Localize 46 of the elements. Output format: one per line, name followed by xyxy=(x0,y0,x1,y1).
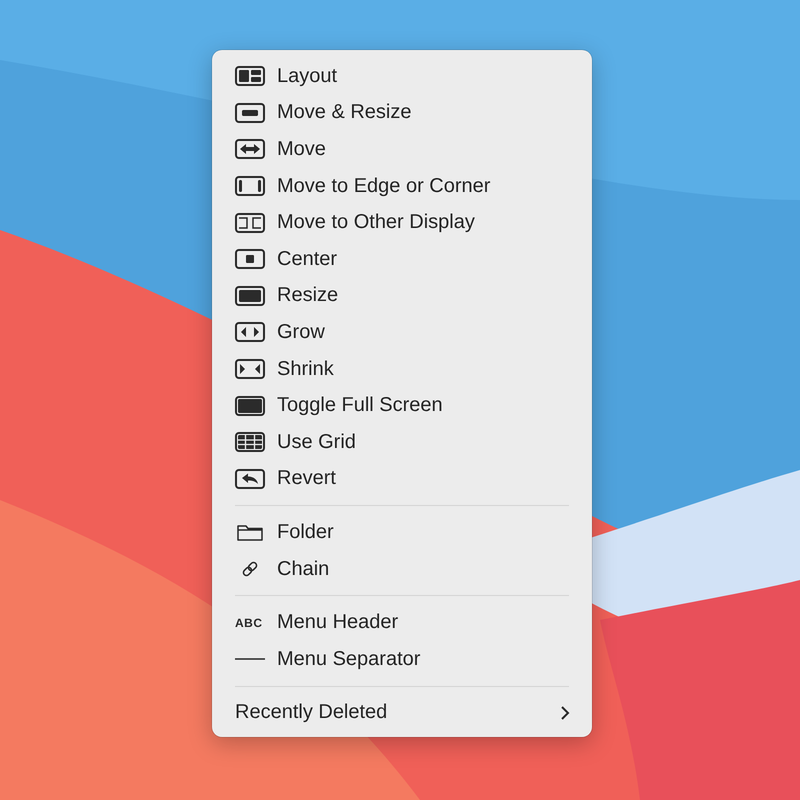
menu-item[interactable]: Toggle Full Screen xyxy=(212,387,592,424)
abc-label: ABC xyxy=(235,616,262,630)
menu-item[interactable]: Shrink xyxy=(212,350,592,388)
menu-item-label: Grow xyxy=(277,320,326,344)
displays-icon xyxy=(235,212,265,233)
window-icon xyxy=(235,286,265,306)
layout-icon xyxy=(235,66,265,86)
menu-item[interactable]: Menu Separator xyxy=(212,640,592,678)
menu-item-label: Center xyxy=(277,248,338,271)
window-icon xyxy=(235,102,265,123)
menu-item-label: Folder xyxy=(277,520,335,544)
menu-item-label: Use Grid xyxy=(277,430,357,454)
menu-item[interactable]: Revert xyxy=(212,460,592,498)
menu-item[interactable]: Layout xyxy=(212,58,592,95)
full-screen-icon xyxy=(235,396,265,416)
grid-icon xyxy=(235,432,265,452)
menu-item-label: Resize xyxy=(277,284,340,308)
menu-item[interactable]: Move xyxy=(212,131,592,168)
line-icon xyxy=(235,658,265,660)
shrink-icon xyxy=(235,359,265,380)
edges-icon xyxy=(235,176,265,196)
grow-icon xyxy=(235,322,265,342)
menu-item[interactable]: Move to Edge or Corner xyxy=(212,168,592,204)
menu-item-label: Revert xyxy=(277,467,337,490)
menu-item[interactable]: Move & Resize xyxy=(212,94,592,132)
menu-item[interactable]: Chain xyxy=(212,550,592,588)
menu-item-label: Move & Resize xyxy=(277,101,412,124)
center-icon xyxy=(235,249,265,270)
menu-item[interactable]: Folder xyxy=(212,514,592,551)
menu-item-label: Menu Separator xyxy=(277,648,422,671)
menu-item-label: Toggle Full Screen xyxy=(277,394,444,418)
menu-item-label: Move to Other Display xyxy=(277,211,476,234)
menu-item-label: Move to Edge or Corner xyxy=(277,174,492,198)
menu-item[interactable]: ABC Menu Header xyxy=(212,604,592,641)
menu-item[interactable]: Grow xyxy=(212,314,592,351)
menu-item-label: Chain xyxy=(277,558,330,581)
menu-item-label: Menu Header xyxy=(277,611,400,634)
menu-item-label: Recently Deleted xyxy=(235,701,388,724)
menu-item-label: Move xyxy=(277,138,327,161)
menu-item[interactable]: Center xyxy=(212,240,592,278)
menu-item[interactable]: Resize xyxy=(212,278,592,314)
menu-item-label: Shrink xyxy=(277,358,335,381)
menu-item[interactable]: Use Grid xyxy=(212,424,592,461)
menu-item[interactable]: Recently Deleted xyxy=(212,694,592,732)
menu-item[interactable]: Move to Other Display xyxy=(212,204,592,241)
menu-item-label: Layout xyxy=(277,64,338,88)
